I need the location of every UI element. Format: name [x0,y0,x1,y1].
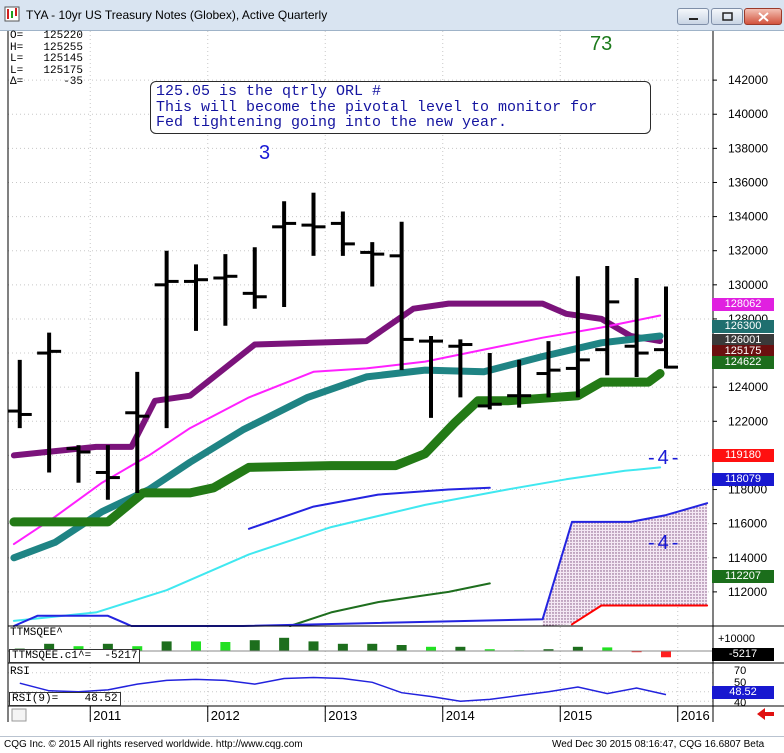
squeeze-bar [602,647,613,651]
squeeze-bar [249,640,260,651]
price-tag: 128062 [712,298,774,311]
rsi-value-box: RSI(9)= 48.52 [9,692,121,706]
app-icon [4,6,20,22]
y-tick-label: 130000 [728,278,768,292]
minimize-icon [689,18,698,20]
y-tick-label: 116000 [728,517,767,531]
squeeze-bar [455,646,466,651]
squeeze-bar [191,641,201,651]
y-tick-label: 132000 [728,244,768,258]
squeeze-bar [337,643,348,651]
squeeze-value-box: TTMSQEE.c1^= -5217 [9,649,141,663]
y-tick-label: 134000 [728,210,768,224]
wave-3-label: 3 [259,142,271,164]
scroll-right-arrow-icon[interactable] [757,708,774,720]
y-tick-label: 138000 [728,141,768,155]
x-tick-label: 2014 [446,708,475,723]
x-tick-label: 2015 [563,708,592,723]
window-title: TYA - 10yr US Treasury Notes (Globex), A… [26,8,328,22]
readout-row: O= 125220 [10,30,83,42]
restore-button[interactable] [711,8,743,25]
close-icon [758,12,769,22]
scroll-left-button[interactable] [11,708,27,722]
note-line: This will become the pivotal level to mo… [156,98,598,116]
squeeze-bar [367,643,378,651]
restore-icon [722,12,733,21]
price-tag: 126300 [712,320,774,333]
copyright-text: CQG Inc. © 2015 All rights reserved worl… [4,739,303,750]
y-tick-label: 114000 [728,551,767,565]
x-tick-label: 2016 [681,708,710,723]
price-tag: 124622 [712,356,774,369]
x-tick-label: 2013 [328,708,357,723]
rsi-axis-70: 70 [734,665,747,677]
y-tick-label: 142000 [728,73,768,87]
note-line: 125.05 is the qtrly ORL # [156,83,382,100]
y-tick-label: 124000 [728,380,768,394]
timestamp-text: Wed Dec 30 2015 08:16:47, CQG 16.6807 Be… [552,739,765,750]
status-bar: CQG Inc. © 2015 All rights reserved worl… [0,736,784,753]
close-button[interactable] [744,8,782,25]
ohlc-readout: O= 125220 H= 125255 L= 125145 L= 125175 Δ= -3… [10,30,83,89]
rsi-title: RSI [10,666,30,678]
rsi-value-tag: 48.52 [712,686,774,699]
annotation-note-box[interactable]: 125.05 is the qtrly ORL # This will beco… [150,81,651,134]
y-tick-label: 112000 [728,585,767,599]
y-tick-label: 122000 [728,414,768,428]
squeeze-axis-label: +10000 [718,633,756,645]
squeeze-bar [279,637,290,651]
squeeze-bar [308,641,319,651]
y-tick-label: 140000 [728,107,768,121]
readout-row: L= 125145 [10,53,83,65]
x-tick-label: 2011 [93,708,121,723]
squeeze-title: TTMSQEE^ [10,627,63,639]
x-tick-label: 2012 [211,708,240,723]
squeeze-value-tag: -5217 [712,648,774,661]
price-tag: 112207 [712,570,774,583]
minimize-button[interactable] [677,8,709,25]
readout-row: Δ= -35 [10,76,83,88]
corner-number-label: 73 [590,33,613,55]
date-axis: 2011 2012 2013 2014 2015 2016 [89,706,710,723]
wave-4-upper-label: -4- [648,447,682,469]
price-tag: 118079 [712,473,774,486]
squeeze-bar [661,651,671,658]
squeeze-bar [572,646,583,651]
y-tick-label: 136000 [728,175,768,189]
squeeze-bar [396,645,407,651]
squeeze-bar [220,642,231,651]
note-line: Fed tightening going into the new year. [156,114,508,131]
squeeze-bar [161,641,172,651]
chart-canvas[interactable]: 1120001140001160001180001200001220001240… [0,30,784,736]
wave-4-lower-label: -4- [648,532,682,554]
price-tag: 119180 [712,449,774,462]
squeeze-bar [426,646,436,651]
window-titlebar: TYA - 10yr US Treasury Notes (Globex), A… [0,0,784,31]
